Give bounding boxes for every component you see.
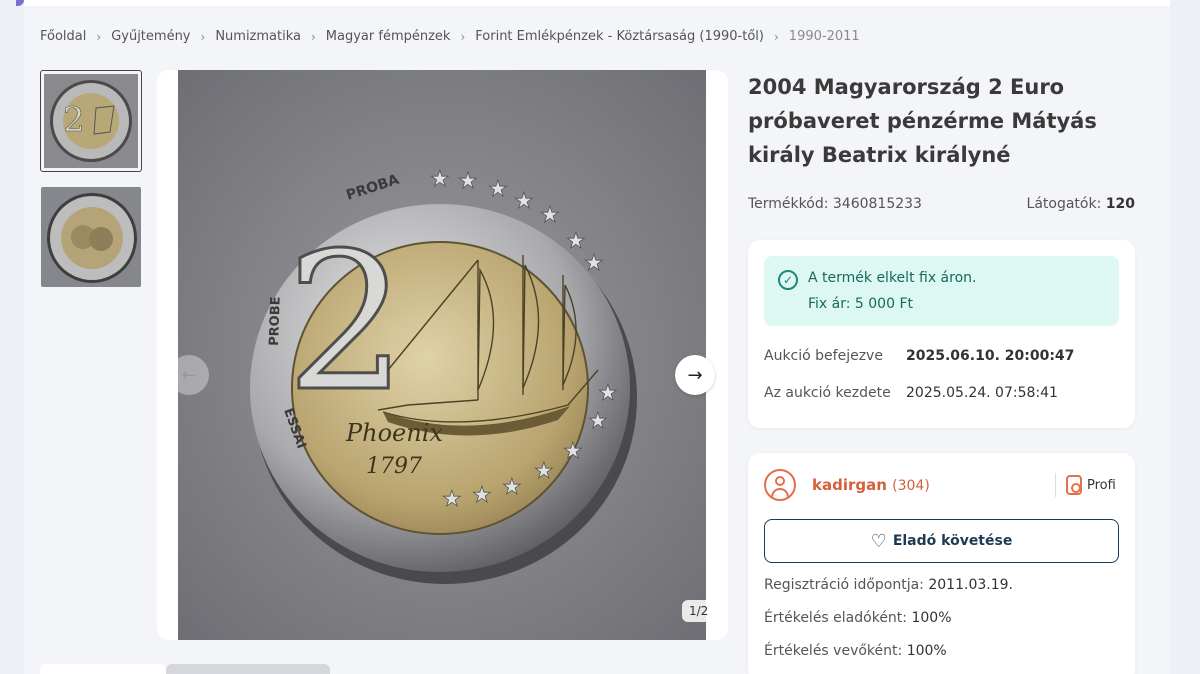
breadcrumb-collection[interactable]: Gyűjtemény bbox=[111, 29, 190, 44]
breadcrumb-hungarian-coins[interactable]: Magyar fémpénzek bbox=[326, 29, 451, 44]
product-page: Főoldal › Gyűjtemény › Numizmatika › Mag… bbox=[24, 0, 1170, 674]
thumbnail-coin-front[interactable]: 2 bbox=[40, 70, 142, 172]
check-circle-icon: ✓ bbox=[778, 270, 798, 290]
tab-other[interactable] bbox=[166, 664, 330, 674]
svg-text:★: ★ bbox=[502, 475, 522, 500]
registration-date: Regisztráció időpontja: 2011.03.19. bbox=[764, 577, 1013, 593]
seller-card: kadirgan (304) Profi ♡ Eladó követése Re… bbox=[748, 453, 1135, 674]
product-code-value: 3460815233 bbox=[832, 196, 922, 212]
tab-description[interactable] bbox=[40, 664, 166, 674]
seller-rating-label: Értékelés eladóként: bbox=[764, 610, 908, 626]
thumbnail-list: 2 bbox=[40, 70, 142, 302]
svg-text:★: ★ bbox=[588, 409, 608, 434]
page-left-margin bbox=[0, 0, 24, 674]
product-meta: Termékkód: 3460815233 Látogatók: 120 bbox=[748, 196, 1135, 212]
image-gallery: 2 Phoenix 1797 PROBA PROBE ESSAI ★ ★ ★ ★… bbox=[157, 70, 728, 640]
arrow-right-icon: → bbox=[687, 364, 703, 386]
buyer-rating: Értékelés vevőként: 100% bbox=[764, 643, 947, 659]
svg-text:★: ★ bbox=[540, 203, 560, 228]
seller-rating-count: (304) bbox=[892, 478, 930, 494]
svg-text:★: ★ bbox=[584, 251, 604, 276]
svg-text:Phoenix: Phoenix bbox=[345, 419, 443, 447]
svg-text:2: 2 bbox=[63, 100, 85, 140]
chevron-right-icon: › bbox=[773, 29, 779, 44]
registration-value: 2011.03.19. bbox=[928, 577, 1013, 593]
heart-icon: ♡ bbox=[870, 530, 887, 552]
seller-rating: Értékelés eladóként: 100% bbox=[764, 610, 952, 626]
previous-image-button[interactable]: ← bbox=[169, 355, 209, 395]
content-tabs bbox=[40, 664, 330, 674]
auction-start-row: Az aukció kezdete 2025.05.24. 07:58:41 bbox=[764, 385, 1058, 401]
svg-text:★: ★ bbox=[442, 487, 462, 512]
sold-message: A termék elkelt fix áron. bbox=[808, 270, 977, 286]
visitors-value: 120 bbox=[1105, 196, 1135, 212]
next-image-button[interactable]: → bbox=[675, 355, 715, 395]
auction-end-row: Aukció befejezve 2025.06.10. 20:00:47 bbox=[764, 348, 1074, 364]
buyer-rating-label: Értékelés vevőként: bbox=[764, 643, 903, 659]
coin-back-thumbnail-image bbox=[41, 187, 141, 287]
auction-start-value: 2025.05.24. 07:58:41 bbox=[906, 385, 1058, 401]
follow-seller-button[interactable]: ♡ Eladó követése bbox=[764, 519, 1119, 563]
svg-text:★: ★ bbox=[563, 439, 583, 464]
svg-text:★: ★ bbox=[566, 229, 586, 254]
sold-notice: ✓ A termék elkelt fix áron. Fix ár: 5 00… bbox=[764, 256, 1119, 326]
header-bar bbox=[24, 0, 1170, 6]
visitor-count: Látogatók: 120 bbox=[1027, 196, 1135, 212]
breadcrumb-home[interactable]: Főoldal bbox=[40, 29, 86, 44]
chevron-right-icon: › bbox=[460, 29, 466, 44]
coin-photo-image: 2 Phoenix 1797 PROBA PROBE ESSAI ★ ★ ★ ★… bbox=[178, 70, 706, 640]
svg-text:★: ★ bbox=[430, 167, 450, 192]
breadcrumb: Főoldal › Gyűjtemény › Numizmatika › Mag… bbox=[40, 29, 860, 44]
auction-status-card: ✓ A termék elkelt fix áron. Fix ár: 5 00… bbox=[748, 240, 1135, 428]
auction-end-value: 2025.06.10. 20:00:47 bbox=[906, 348, 1075, 364]
product-photo[interactable]: 2 Phoenix 1797 PROBA PROBE ESSAI ★ ★ ★ ★… bbox=[178, 70, 706, 640]
follow-seller-label: Eladó követése bbox=[892, 533, 1013, 549]
fixed-price: Fix ár: 5 000 Ft bbox=[808, 296, 913, 312]
profi-badge: Profi bbox=[1066, 475, 1116, 495]
breadcrumb-current: 1990-2011 bbox=[788, 29, 860, 44]
svg-text:2: 2 bbox=[286, 212, 407, 433]
buyer-rating-value: 100% bbox=[906, 643, 947, 659]
svg-text:★: ★ bbox=[488, 177, 508, 202]
svg-text:★: ★ bbox=[598, 381, 618, 406]
page-right-margin bbox=[1170, 0, 1200, 674]
seller-rating-value: 100% bbox=[911, 610, 952, 626]
svg-text:1797: 1797 bbox=[366, 454, 422, 479]
registration-label: Regisztráció időpontja: bbox=[764, 577, 924, 593]
svg-text:★: ★ bbox=[534, 459, 554, 484]
seller-name: kadirgan bbox=[812, 476, 887, 494]
seller-name-link[interactable]: kadirgan (304) bbox=[812, 476, 930, 494]
divider bbox=[1055, 473, 1056, 497]
user-avatar-icon bbox=[764, 469, 796, 501]
breadcrumb-numismatics[interactable]: Numizmatika bbox=[215, 29, 301, 44]
arrow-left-icon: ← bbox=[181, 364, 197, 386]
profi-badge-icon bbox=[1066, 475, 1082, 495]
product-code: Termékkód: 3460815233 bbox=[748, 196, 922, 212]
svg-text:★: ★ bbox=[458, 169, 478, 194]
chevron-right-icon: › bbox=[96, 29, 102, 44]
auction-start-label: Az aukció kezdete bbox=[764, 385, 891, 401]
product-code-label: Termékkód: bbox=[748, 196, 829, 212]
svg-text:PROBE: PROBE bbox=[267, 296, 284, 346]
auction-end-label: Aukció befejezve bbox=[764, 348, 883, 364]
profi-badge-label: Profi bbox=[1087, 477, 1116, 493]
chevron-right-icon: › bbox=[200, 29, 206, 44]
chevron-right-icon: › bbox=[310, 29, 316, 44]
breadcrumb-forint-commemorative[interactable]: Forint Emlékpénzek - Köztársaság (1990-t… bbox=[475, 29, 764, 44]
svg-text:★: ★ bbox=[472, 483, 492, 508]
svg-text:★: ★ bbox=[514, 189, 534, 214]
visitors-label: Látogatók: bbox=[1026, 196, 1102, 212]
thumbnail-coin-back[interactable] bbox=[40, 186, 142, 288]
image-counter: 1/2 bbox=[682, 600, 716, 622]
product-title: 2004 Magyarország 2 Euro próbaveret pénz… bbox=[748, 75, 1097, 167]
coin-front-thumbnail-image: 2 bbox=[44, 74, 138, 168]
